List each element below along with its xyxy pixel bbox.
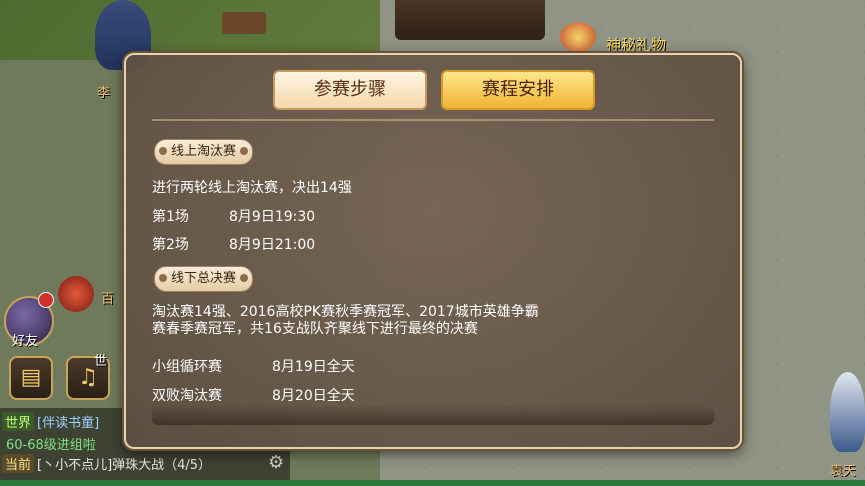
gift-icon[interactable] (560, 22, 596, 52)
channel-tag: 世界 (2, 412, 35, 431)
section-title-offline: 线下总决赛 (154, 266, 254, 292)
chat-text: [伴读书童] (37, 416, 100, 431)
schedule-row-name: 第1场 (152, 209, 189, 225)
npc-name-li: 李 (97, 86, 111, 101)
world-channel-label: 世 (94, 354, 108, 369)
section-description: 进行两轮线上淘汰赛，决出14强 (152, 180, 352, 196)
bottom-bar (0, 480, 865, 486)
schedule-row-time: 8月19日全天 (272, 359, 355, 375)
npc-name-mystery-gift[interactable]: 神秘礼物 (606, 34, 666, 55)
section-description: 赛春季赛冠军，共16支战队齐聚线下进行最终的决赛 (152, 321, 478, 337)
schedule-row-name: 第2场 (152, 237, 189, 253)
schedule-row-time: 8月20日全天 (272, 388, 355, 404)
divider (152, 119, 714, 121)
schedule-row-name: 双败淘汰赛 (152, 388, 222, 404)
gift-bag-icon[interactable] (58, 276, 94, 312)
npc-name-yuan: 袁天 (830, 464, 857, 479)
notification-dot (38, 292, 54, 308)
chat-button[interactable]: ▤ (9, 356, 53, 400)
channel-tag: 当前 (2, 454, 35, 473)
chat-line: 世界 [伴读书童] (2, 412, 99, 431)
bench (222, 12, 266, 34)
tab-schedule[interactable]: 赛程安排 (441, 70, 595, 110)
npc-character-yuan[interactable] (830, 372, 865, 452)
friends-label: 好友 (12, 334, 39, 349)
chat-line: 当前 [丶小不点儿]弹珠大战（4/5） (2, 454, 211, 473)
schedule-dialog: 参赛步骤 赛程安排 线上淘汰赛 进行两轮线上淘汰赛，决出14强 第1场 8月9日… (124, 53, 742, 449)
section-title-online: 线上淘汰赛 (154, 139, 254, 165)
schedule-row-time: 8月9日19:30 (229, 209, 316, 225)
tab-participation-steps[interactable]: 参赛步骤 (273, 70, 427, 110)
gear-icon[interactable]: ⚙ (268, 452, 284, 473)
schedule-row-time: 8月9日21:00 (229, 237, 316, 253)
schedule-row-name: 小组循环赛 (152, 359, 222, 375)
chat-line: 60-68级进组啦 (6, 438, 96, 453)
npc-name-bai: 百 (101, 292, 115, 307)
chat-text: [丶小不点儿]弹珠大战（4/5） (37, 458, 212, 473)
speech-bubble-icon: ▤ (20, 365, 42, 390)
building (395, 0, 545, 40)
scroll-fade (152, 405, 714, 425)
